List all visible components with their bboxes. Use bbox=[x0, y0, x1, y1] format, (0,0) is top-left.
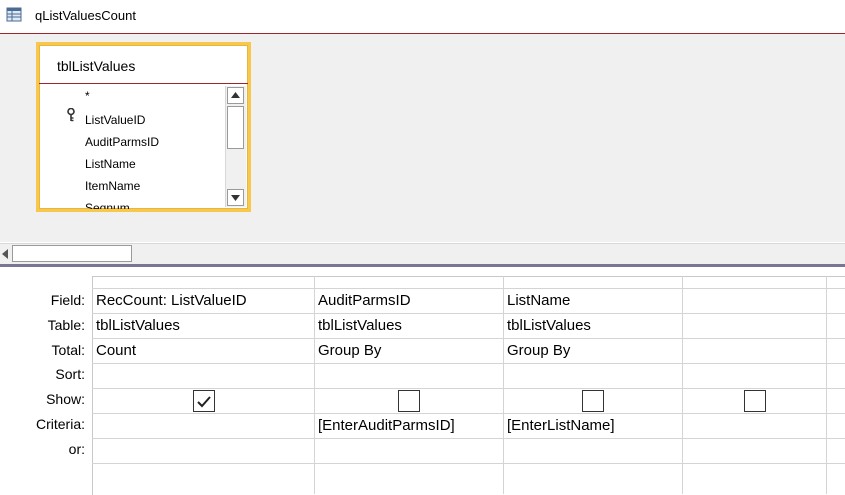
grid-divider bbox=[92, 413, 845, 414]
row-label-total: Total: bbox=[51, 342, 85, 358]
field-item-auditparmsid[interactable]: AuditParmsID bbox=[85, 135, 159, 149]
field-list-header[interactable]: tblListValues bbox=[39, 45, 248, 84]
grid-divider bbox=[92, 463, 845, 464]
hscroll-thumb[interactable] bbox=[12, 245, 132, 262]
field-item-listvalueid[interactable]: ListValueID bbox=[85, 113, 145, 127]
row-label-sort: Sort: bbox=[55, 366, 85, 382]
table-pane[interactable]: tblListValues * ListValueID AuditParmsID… bbox=[0, 34, 845, 242]
field-list[interactable]: * ListValueID AuditParmsID ListName Item… bbox=[39, 85, 224, 209]
row-label-field: Field: bbox=[50, 292, 85, 308]
grid-divider bbox=[682, 276, 683, 494]
show-checkbox-2[interactable] bbox=[398, 390, 420, 412]
query-title-bar: qListValuesCount bbox=[0, 0, 845, 34]
field-item-listname[interactable]: ListName bbox=[85, 157, 136, 171]
show-checkbox-3[interactable] bbox=[582, 390, 604, 412]
grid-divider bbox=[92, 438, 845, 439]
scroll-down-button[interactable] bbox=[227, 189, 244, 206]
grid-cell-total-1[interactable]: Count bbox=[96, 342, 136, 359]
row-label-table: Table: bbox=[47, 317, 85, 333]
show-checkbox-4[interactable] bbox=[744, 390, 766, 412]
row-label-or: or: bbox=[68, 441, 85, 457]
grid-cell-table-1[interactable]: tblListValues bbox=[96, 317, 180, 334]
grid-cell-field-2[interactable]: AuditParmsID bbox=[318, 292, 411, 309]
grid-divider bbox=[92, 388, 845, 389]
grid-divider bbox=[92, 288, 845, 289]
grid-divider bbox=[314, 276, 315, 494]
grid-cell-field-1[interactable]: RecCount: ListValueID bbox=[96, 292, 247, 309]
scroll-left-icon[interactable] bbox=[2, 249, 8, 259]
show-checkbox-1[interactable] bbox=[193, 390, 215, 412]
field-list-scrollbar[interactable] bbox=[225, 86, 246, 207]
grid-divider bbox=[92, 363, 845, 364]
grid-cell-table-3[interactable]: tblListValues bbox=[507, 317, 591, 334]
table-pane-hscrollbar[interactable] bbox=[0, 243, 845, 264]
field-list-window[interactable]: tblListValues * ListValueID AuditParmsID… bbox=[36, 42, 251, 212]
checkmark-icon bbox=[197, 396, 211, 408]
grid-cell-table-2[interactable]: tblListValues bbox=[318, 317, 402, 334]
field-item-itemname[interactable]: ItemName bbox=[85, 179, 140, 193]
query-title: qListValuesCount bbox=[35, 8, 136, 23]
triangle-down-icon bbox=[231, 195, 240, 201]
grid-cell-field-3[interactable]: ListName bbox=[507, 292, 570, 309]
design-grid-pane[interactable]: Field: Table: Total: Sort: Show: Criteri… bbox=[0, 267, 845, 495]
scroll-up-button[interactable] bbox=[227, 87, 244, 104]
row-label-criteria: Criteria: bbox=[35, 416, 85, 432]
grid-cell-criteria-2[interactable]: [EnterAuditParmsID] bbox=[318, 417, 455, 434]
grid-cell-total-2[interactable]: Group By bbox=[318, 342, 381, 359]
field-item-all[interactable]: * bbox=[85, 89, 90, 103]
scroll-thumb[interactable] bbox=[227, 106, 244, 149]
key-icon bbox=[67, 108, 75, 122]
grid-divider bbox=[92, 313, 845, 314]
grid-divider bbox=[503, 276, 504, 494]
row-label-show: Show: bbox=[46, 391, 85, 407]
grid-cell-criteria-3[interactable]: [EnterListName] bbox=[507, 417, 615, 434]
table-name: tblListValues bbox=[57, 58, 136, 74]
grid-cell-total-3[interactable]: Group By bbox=[507, 342, 570, 359]
grid-divider bbox=[826, 276, 827, 494]
grid-divider bbox=[92, 338, 845, 339]
query-icon bbox=[6, 7, 22, 22]
triangle-up-icon bbox=[231, 92, 240, 98]
field-item-seqnum[interactable]: Seqnum bbox=[85, 201, 130, 209]
